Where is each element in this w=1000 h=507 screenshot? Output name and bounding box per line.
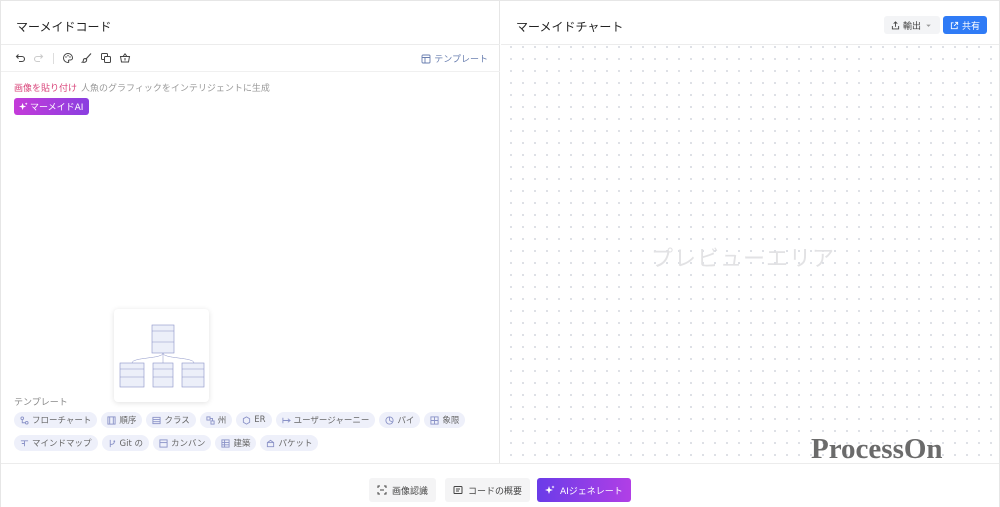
- template-chip-user-journey[interactable]: ユーザージャーニー: [275, 412, 376, 428]
- quadrant-icon: [430, 415, 439, 425]
- mindmap-icon: [20, 439, 29, 446]
- journey-icon: [282, 417, 291, 423]
- export-label: 輸出: [903, 21, 922, 32]
- template-chip-er[interactable]: ER: [236, 412, 272, 428]
- template-chip-git[interactable]: Git の: [101, 435, 149, 451]
- image-recognition-button[interactable]: 画像認識: [369, 478, 437, 502]
- mermaid-editor-app: マーメイドコード テンプレート 画像を貼り付け 人魚のグラフィックをインテリジェ…: [0, 0, 1000, 507]
- palette-icon[interactable]: [61, 51, 75, 65]
- chart-panel-header: マーメイドチャート 輸出 共有: [501, 1, 999, 45]
- template-chip-sequence[interactable]: 順序: [101, 412, 143, 428]
- bottom-action-bar: 画像認識 コードの概要 AIジェネレート: [1, 463, 999, 507]
- template-chip-state[interactable]: 州: [199, 412, 233, 428]
- template-chip-quadrant[interactable]: 象限: [424, 412, 466, 428]
- template-chip-class[interactable]: クラス: [146, 412, 196, 428]
- document-icon: [453, 486, 463, 494]
- pie-icon: [385, 415, 394, 425]
- share-button[interactable]: 共有: [943, 16, 988, 34]
- copy-icon[interactable]: [99, 51, 113, 65]
- template-preview-thumbnail: [114, 309, 209, 402]
- template-chip-mindmap[interactable]: マインドマップ: [14, 435, 98, 451]
- template-link-label: テンプレート: [434, 55, 488, 65]
- architecture-icon: [221, 438, 230, 448]
- export-button[interactable]: 輸出: [884, 16, 941, 34]
- external-link-icon: [950, 21, 959, 29]
- processon-watermark: ProcessOn: [811, 433, 943, 465]
- kanban-icon: [159, 438, 168, 448]
- template-chip-row-2: マインドマップ Git の カンバン 建築 パケット: [14, 435, 494, 451]
- toolbar-divider: [53, 53, 54, 64]
- state-icon: [206, 415, 215, 425]
- code-overview-label: コードの概要: [468, 486, 523, 497]
- template-chip-flowchart[interactable]: フローチャート: [14, 412, 98, 428]
- mermaid-ai-button[interactable]: マーメイドAI: [14, 98, 90, 115]
- undo-icon[interactable]: [13, 51, 27, 65]
- templates-section-label: テンプレート: [14, 398, 68, 408]
- er-icon: [243, 415, 251, 425]
- mermaid-ai-label: マーメイドAI: [30, 103, 84, 113]
- git-icon: [109, 439, 115, 447]
- template-link[interactable]: テンプレート: [421, 52, 488, 65]
- export-icon: [891, 20, 900, 29]
- ai-generate-label: AIジェネレート: [560, 486, 623, 497]
- scan-icon: [377, 485, 387, 495]
- code-panel-header: マーメイドコード: [1, 1, 500, 45]
- basket-icon[interactable]: [118, 51, 132, 65]
- template-icon: [421, 54, 431, 63]
- editor-hint-text: 人魚のグラフィックをインテリジェントに生成: [81, 84, 270, 94]
- brush-icon[interactable]: [80, 51, 94, 65]
- sequence-icon: [107, 415, 116, 425]
- template-chip-pie[interactable]: パイ: [379, 412, 421, 428]
- packet-icon: [267, 439, 275, 447]
- redo-icon[interactable]: [32, 51, 46, 65]
- chart-panel-title: マーメイドチャート: [516, 20, 624, 34]
- paste-image-link[interactable]: 画像を貼り付け: [14, 84, 77, 94]
- chevron-down-icon: [926, 24, 931, 27]
- template-chip-kanban[interactable]: カンバン: [153, 435, 212, 451]
- code-toolbar: テンプレート: [1, 45, 500, 72]
- code-panel-title: マーメイドコード: [16, 20, 112, 34]
- image-recognition-label: 画像認識: [392, 486, 429, 497]
- preview-area-placeholder: プレビューエリア: [651, 247, 836, 272]
- share-label: 共有: [962, 21, 981, 32]
- sparkle-icon: [545, 485, 555, 494]
- chart-preview-panel: マーメイドチャート 輸出 共有 プレビューエリア ProcessOn: [501, 1, 999, 465]
- template-chip-architecture[interactable]: 建築: [215, 435, 257, 451]
- code-overview-button[interactable]: コードの概要: [445, 478, 531, 502]
- template-chip-packet[interactable]: パケット: [260, 435, 319, 451]
- sparkle-icon: [19, 102, 28, 111]
- code-editor-placeholder[interactable]: 画像を貼り付け 人魚のグラフィックをインテリジェントに生成: [14, 81, 270, 94]
- flowchart-icon: [20, 415, 29, 425]
- template-chip-row-1: フローチャート 順序 クラス 州 ER ユーザージャーニー パイ 象限: [14, 412, 494, 428]
- code-panel: マーメイドコード テンプレート 画像を貼り付け 人魚のグラフィックをインテリジェ…: [1, 1, 500, 463]
- class-icon: [152, 416, 161, 424]
- ai-generate-button[interactable]: AIジェネレート: [537, 478, 631, 502]
